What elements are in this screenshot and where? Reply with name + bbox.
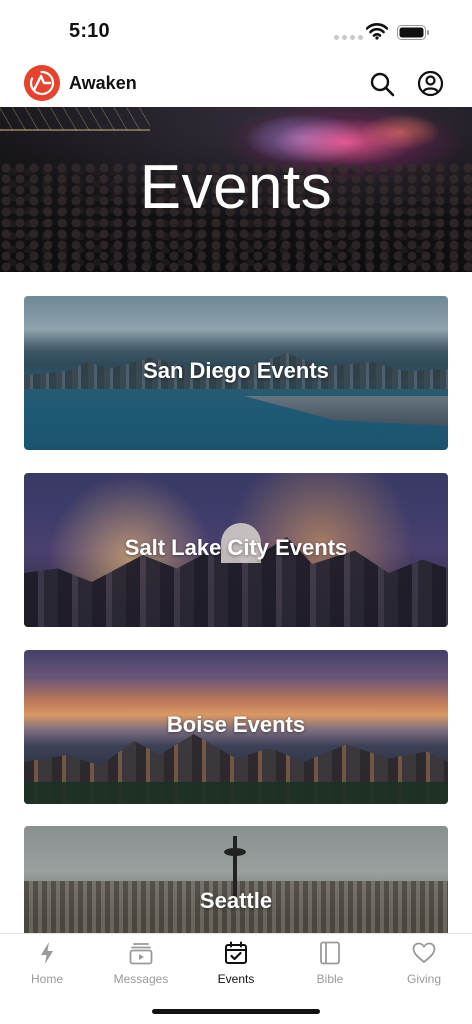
tab-label: Messages (113, 972, 169, 986)
cellular-signal-icon (334, 35, 363, 40)
tab-label: Home (30, 972, 63, 986)
event-card-label: Boise Events (166, 712, 306, 737)
tab-messages[interactable]: Messages (94, 940, 188, 986)
tab-bible[interactable]: Bible (283, 940, 377, 986)
lightning-icon (41, 942, 53, 964)
app-header: Awaken (0, 62, 472, 107)
home-indicator (152, 1009, 320, 1014)
wifi-icon (366, 23, 388, 40)
event-card-label: San Diego Events (143, 358, 329, 383)
tab-label: Giving (406, 972, 441, 986)
event-card-san-diego[interactable]: San Diego Events (24, 296, 448, 450)
book-icon (320, 941, 340, 965)
awaken-logo-icon[interactable] (24, 65, 60, 101)
heart-icon (412, 942, 436, 963)
account-icon[interactable] (417, 70, 444, 97)
event-card-boise[interactable]: Boise Events (24, 650, 448, 804)
app-name: Awaken (69, 73, 137, 93)
event-card-label: Salt Lake City Events (124, 535, 348, 560)
page-title: Events (139, 153, 333, 222)
tab-label: Events (217, 972, 255, 986)
tab-label: Bible (316, 972, 344, 986)
event-card-label: Seattle (199, 888, 273, 913)
card-background-detail (224, 848, 246, 856)
calendar-check-icon (225, 941, 247, 964)
battery-icon (397, 25, 429, 40)
status-time: 5:10 (69, 20, 110, 42)
card-background-detail (24, 782, 448, 804)
status-bar: 5:10 (0, 0, 472, 62)
event-card-salt-lake-city[interactable]: Salt Lake City Events (24, 473, 448, 627)
tab-home[interactable]: Home (0, 940, 94, 986)
card-background-detail (244, 396, 448, 426)
search-icon[interactable] (369, 71, 395, 97)
tab-giving[interactable]: Giving (377, 940, 471, 986)
tab-events[interactable]: Events (189, 940, 283, 986)
video-stack-icon (129, 943, 153, 965)
hero-banner: Events (0, 107, 472, 272)
